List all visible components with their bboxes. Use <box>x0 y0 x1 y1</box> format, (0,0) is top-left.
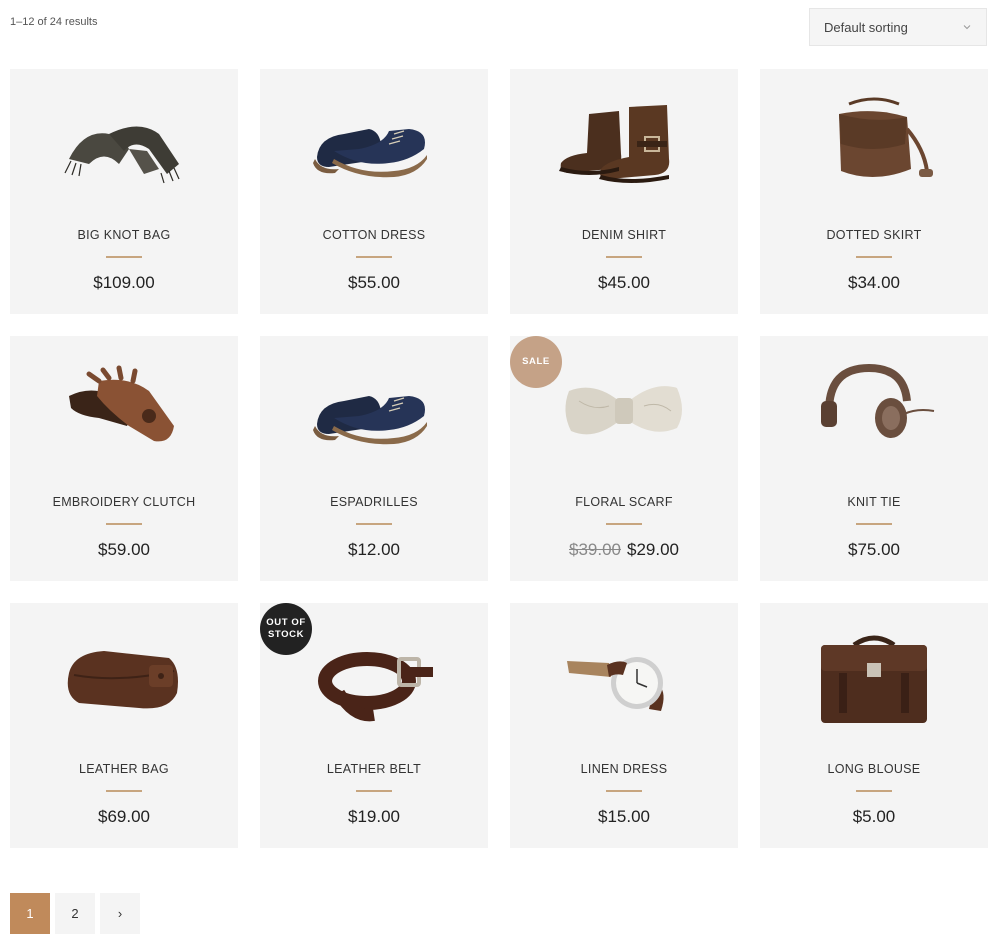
product-image[interactable] <box>260 336 488 486</box>
product-name[interactable]: DENIM SHIRT <box>510 228 738 242</box>
boots-icon <box>559 105 670 183</box>
product-image[interactable] <box>10 336 238 486</box>
belt-icon <box>318 652 433 722</box>
product-separator <box>856 790 892 792</box>
product-name[interactable]: ESPADRILLES <box>260 495 488 509</box>
product-separator <box>106 256 142 258</box>
product-image[interactable] <box>10 69 238 219</box>
product-card[interactable]: LINEN DRESS $15.00 <box>510 603 738 848</box>
product-image[interactable] <box>760 336 988 486</box>
product-price: $15.00 <box>598 807 650 826</box>
product-card[interactable]: DENIM SHIRT $45.00 <box>510 69 738 314</box>
product-image[interactable] <box>510 336 738 486</box>
product-price: $59.00 <box>98 540 150 559</box>
product-name[interactable]: LONG BLOUSE <box>760 762 988 776</box>
old-price: $39.00 <box>569 540 621 559</box>
product-card[interactable]: LEATHER BAG $69.00 <box>10 603 238 848</box>
sorting-select[interactable]: Default sorting <box>809 8 987 46</box>
gloves-icon <box>69 365 174 442</box>
product-separator <box>856 256 892 258</box>
results-count: 1–12 of 24 results <box>10 16 98 28</box>
product-image[interactable] <box>10 603 238 753</box>
product-card[interactable]: COTTON DRESS $55.00 <box>260 69 488 314</box>
product-card[interactable]: LONG BLOUSE $5.00 <box>760 603 988 848</box>
product-name[interactable]: EMBROIDERY CLUTCH <box>10 495 238 509</box>
product-separator <box>356 523 392 525</box>
product-card[interactable]: ESPADRILLES $12.00 <box>260 336 488 581</box>
product-price: $19.00 <box>348 807 400 826</box>
product-image[interactable] <box>260 603 488 753</box>
product-name[interactable]: BIG KNOT BAG <box>10 228 238 242</box>
chevron-down-icon <box>963 25 971 30</box>
shoes-icon <box>313 129 427 178</box>
product-card[interactable]: BIG KNOT BAG $109.00 <box>10 69 238 314</box>
product-grid: BIG KNOT BAG $109.00 COTTON DRESS $55.00 <box>10 69 988 848</box>
product-name[interactable]: LEATHER BAG <box>10 762 238 776</box>
watch-icon <box>567 657 664 711</box>
product-image[interactable] <box>760 69 988 219</box>
product-name[interactable]: DOTTED SKIRT <box>760 228 988 242</box>
product-name[interactable]: LINEN DRESS <box>510 762 738 776</box>
product-separator <box>106 523 142 525</box>
product-image[interactable] <box>760 603 988 753</box>
product-card[interactable]: EMBROIDERY CLUTCH $59.00 <box>10 336 238 581</box>
product-image[interactable] <box>510 603 738 753</box>
product-name[interactable]: LEATHER BELT <box>260 762 488 776</box>
product-separator <box>606 790 642 792</box>
shoes-icon <box>313 396 427 445</box>
briefcase-icon <box>821 635 927 723</box>
product-image[interactable] <box>260 69 488 219</box>
product-price: $75.00 <box>848 540 900 559</box>
sorting-selected-label: Default sorting <box>824 19 908 35</box>
shoulder-bag-icon <box>839 97 933 178</box>
product-price: $109.00 <box>93 273 155 292</box>
product-card[interactable]: KNIT TIE $75.00 <box>760 336 988 581</box>
bow-scarf-icon <box>565 386 682 435</box>
headphones-icon <box>821 363 935 438</box>
product-separator <box>356 256 392 258</box>
product-price: $34.00 <box>848 273 900 292</box>
product-name[interactable]: COTTON DRESS <box>260 228 488 242</box>
product-name[interactable]: FLORAL SCARF <box>510 495 738 509</box>
product-separator <box>356 790 392 792</box>
product-image[interactable] <box>510 69 738 219</box>
wallet-icon <box>67 651 178 709</box>
product-price: $5.00 <box>852 807 896 826</box>
product-price: $55.00 <box>348 273 400 292</box>
product-card[interactable]: DOTTED SKIRT $34.00 <box>760 69 988 314</box>
product-price: $39.00 $29.00 <box>569 540 679 559</box>
product-separator <box>606 256 642 258</box>
product-separator <box>856 523 892 525</box>
scarf-icon <box>64 126 180 184</box>
product-name[interactable]: KNIT TIE <box>760 495 988 509</box>
product-card[interactable]: SALE FLORAL SCARF $39.00 $29.00 <box>510 336 738 581</box>
product-card[interactable]: OUT OF STOCK LEATHER BELT $19.00 <box>260 603 488 848</box>
product-separator <box>606 523 642 525</box>
page-2-button[interactable]: 2 <box>55 893 95 934</box>
next-page-button[interactable]: › <box>100 893 140 934</box>
product-price: $12.00 <box>348 540 400 559</box>
product-separator <box>106 790 142 792</box>
page-1-button[interactable]: 1 <box>10 893 50 934</box>
product-price: $69.00 <box>98 807 150 826</box>
pagination: 1 2 › <box>10 893 140 934</box>
product-price: $45.00 <box>598 273 650 292</box>
